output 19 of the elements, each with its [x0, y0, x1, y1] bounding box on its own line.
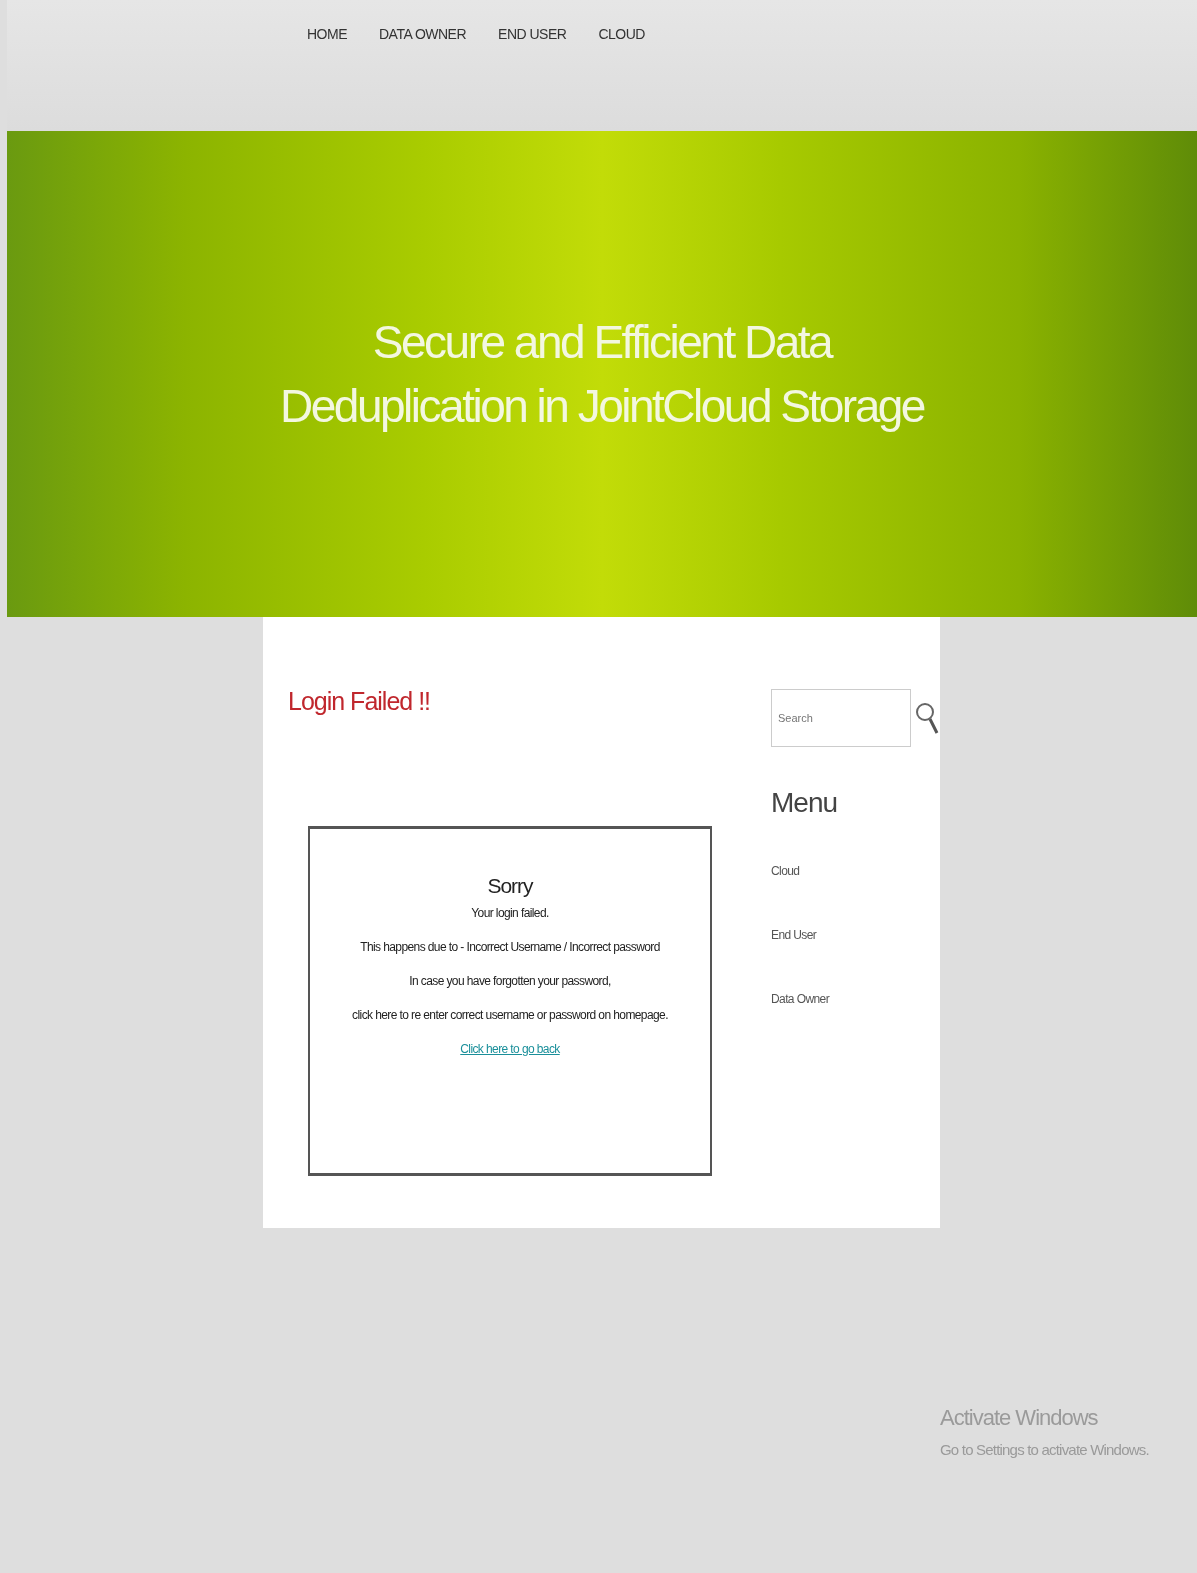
- message-title: Sorry: [487, 874, 533, 898]
- nav-link[interactable]: HOME: [307, 26, 347, 42]
- message-text: This happens due to - Incorrect Username / Incorrect password: [360, 940, 660, 954]
- menu-link[interactable]: Data Owner: [771, 992, 830, 1006]
- search-icon[interactable]: [915, 700, 939, 736]
- nav-link[interactable]: END USER: [498, 26, 567, 42]
- search-field[interactable]: Search: [771, 689, 911, 747]
- site-title: Secure and Efficient Data Deduplication in JointCloud Storage: [279, 315, 926, 434]
- page-heading: Login Failed !!: [288, 687, 432, 716]
- message-text: In case you have forgotten your password,: [409, 974, 611, 988]
- menu-link[interactable]: Cloud: [771, 864, 800, 878]
- menu-title: Menu: [771, 787, 839, 819]
- message-text: Your login failed.: [471, 906, 549, 920]
- menu-link[interactable]: End User: [771, 928, 817, 942]
- back-link[interactable]: Click here to go back: [460, 1042, 560, 1056]
- message-text: click here to re enter correct username or password on homepage.: [352, 1008, 668, 1022]
- notice-title: Activate Windows: [940, 1405, 1099, 1431]
- nav-link[interactable]: CLOUD: [598, 26, 645, 42]
- nav-link[interactable]: DATA OWNER: [379, 26, 467, 42]
